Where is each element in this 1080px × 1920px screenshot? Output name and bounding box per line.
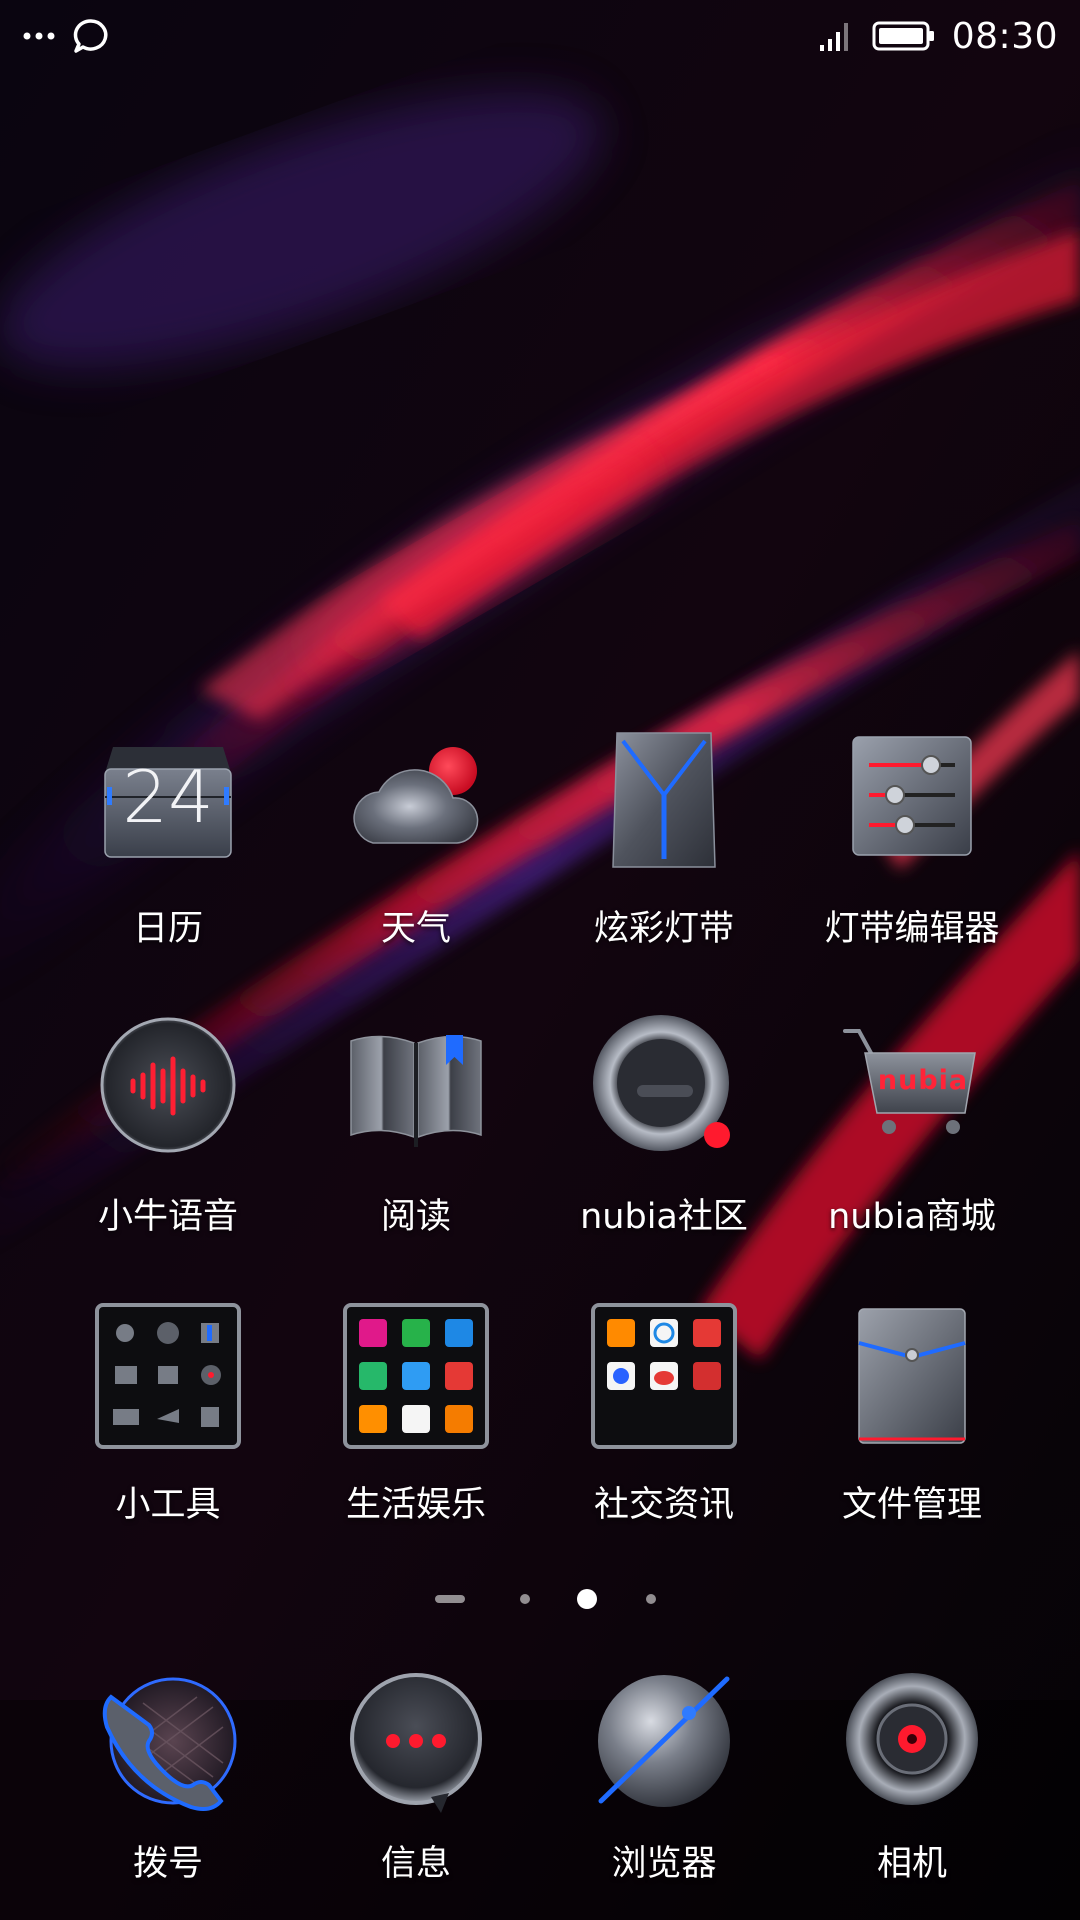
page-dot-2[interactable] xyxy=(520,1594,530,1604)
page-dot-1[interactable] xyxy=(435,1595,465,1603)
app-label: 天气 xyxy=(380,909,451,949)
app-weather[interactable]: 天气 xyxy=(292,705,540,993)
app-voice-assistant[interactable]: 小牛语音 xyxy=(44,993,292,1281)
app-label: 拨号 xyxy=(132,1844,203,1884)
voice-assistant-icon xyxy=(93,1013,243,1163)
app-label: 信息 xyxy=(380,1844,451,1884)
calendar-icon: 24 xyxy=(93,725,243,875)
folder-life[interactable]: 生活娱乐 xyxy=(292,1281,540,1569)
app-label: 灯带编辑器 xyxy=(824,909,1000,949)
dock-messages[interactable]: 信息 xyxy=(292,1655,540,1920)
more-dots-icon xyxy=(22,30,56,42)
folder-social[interactable]: 社交资讯 xyxy=(540,1281,788,1569)
messages-icon xyxy=(341,1667,491,1817)
signal-icon xyxy=(818,19,852,53)
light-editor-icon xyxy=(837,725,987,875)
app-label: 社交资讯 xyxy=(593,1485,734,1525)
phone-icon xyxy=(93,1667,243,1817)
status-time: 08:30 xyxy=(951,15,1058,57)
app-label: 日历 xyxy=(132,909,203,949)
folder-life-icon xyxy=(341,1301,491,1451)
app-label: 文件管理 xyxy=(841,1485,982,1525)
page-indicator xyxy=(0,1585,1080,1615)
status-bar: 08:30 xyxy=(0,0,1080,72)
app-label: nubia社区 xyxy=(580,1197,748,1237)
store-cart-icon: nubia xyxy=(837,1013,987,1163)
reading-book-icon xyxy=(341,1013,491,1163)
app-label: 小牛语音 xyxy=(97,1197,238,1237)
app-row: 小工具 生活娱乐 社交资讯 文件管理 xyxy=(0,1281,1080,1569)
app-row: 小牛语音 阅读 nubia社区 nubia nubia商城 xyxy=(0,993,1080,1281)
calendar-date: 24 xyxy=(122,755,214,839)
app-label: 炫彩灯带 xyxy=(593,909,734,949)
app-label: 小工具 xyxy=(115,1485,221,1525)
app-label: 相机 xyxy=(876,1844,947,1884)
folder-tools[interactable]: 小工具 xyxy=(44,1281,292,1569)
app-reading[interactable]: 阅读 xyxy=(292,993,540,1281)
app-grid: 24 日历 天气 炫彩灯带 灯带编辑器 小牛语音 阅读 nubia社区 nubi… xyxy=(0,705,1080,1569)
folder-tools-icon xyxy=(93,1301,243,1451)
app-file-manager[interactable]: 文件管理 xyxy=(788,1281,1036,1569)
app-community[interactable]: nubia社区 xyxy=(540,993,788,1281)
app-store[interactable]: nubia nubia商城 xyxy=(788,993,1036,1281)
dock-camera[interactable]: 相机 xyxy=(788,1655,1036,1920)
dock-browser[interactable]: 浏览器 xyxy=(540,1655,788,1920)
camera-icon xyxy=(837,1667,987,1817)
app-label: 浏览器 xyxy=(611,1844,717,1884)
app-light-strip[interactable]: 炫彩灯带 xyxy=(540,705,788,993)
app-label: nubia商城 xyxy=(828,1197,996,1237)
app-calendar[interactable]: 24 日历 xyxy=(44,705,292,993)
dock: 拨号 信息 浏览器 相机 xyxy=(0,1655,1080,1920)
store-brand-text: nubia xyxy=(877,1065,969,1096)
app-label: 阅读 xyxy=(380,1197,451,1237)
app-label: 生活娱乐 xyxy=(345,1485,486,1525)
browser-icon xyxy=(589,1667,739,1817)
battery-icon xyxy=(872,19,936,53)
file-manager-icon xyxy=(837,1301,987,1451)
page-dot-current[interactable] xyxy=(577,1589,597,1609)
dock-phone[interactable]: 拨号 xyxy=(44,1655,292,1920)
folder-social-icon xyxy=(589,1301,739,1451)
community-icon xyxy=(589,1013,739,1163)
chat-bubble-icon xyxy=(72,17,110,55)
light-strip-icon xyxy=(589,725,739,875)
weather-icon xyxy=(341,725,491,875)
app-row: 24 日历 天气 炫彩灯带 灯带编辑器 xyxy=(0,705,1080,993)
app-light-editor[interactable]: 灯带编辑器 xyxy=(788,705,1036,993)
page-dot-4[interactable] xyxy=(646,1594,656,1604)
